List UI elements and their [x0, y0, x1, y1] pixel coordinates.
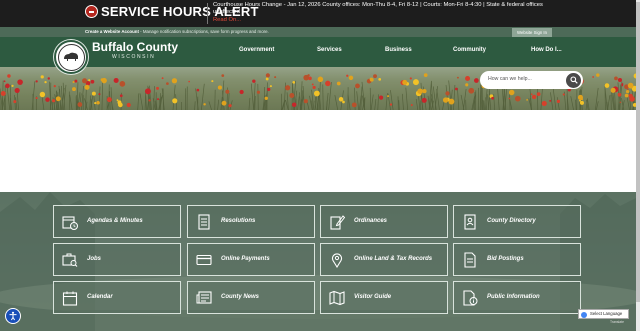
- site-search: How can we help...: [480, 71, 583, 89]
- info-document-icon: [463, 290, 478, 306]
- quick-link-label: Bid Postings: [487, 256, 524, 262]
- buffalo-seal-icon: [57, 43, 85, 71]
- quick-link-label: Calendar: [87, 294, 113, 300]
- document-lines-icon: [464, 252, 476, 268]
- alert-divider: [207, 3, 208, 24]
- language-select[interactable]: Select Language: [578, 309, 629, 319]
- newspaper-icon: [196, 291, 212, 304]
- credit-card-icon: [196, 254, 212, 266]
- nav-how-do-i[interactable]: How Do I...: [531, 47, 562, 53]
- calendar-icon: [62, 291, 78, 306]
- utility-bar: Create a Website Account - Manage notifi…: [0, 27, 640, 37]
- quick-link-label: Public Information: [487, 294, 540, 300]
- create-account-link[interactable]: Create a Website Account: [85, 29, 139, 34]
- nav-business[interactable]: Business: [385, 47, 412, 53]
- quick-link-label: Online Payments: [221, 256, 270, 262]
- briefcase-search-icon: [62, 253, 78, 267]
- translate-credit: Translate: [610, 320, 625, 324]
- quick-link-tile[interactable]: Ordinances: [320, 205, 448, 238]
- alert-minus-icon: [85, 5, 98, 18]
- sign-in-button[interactable]: Website Sign In: [512, 27, 553, 37]
- quick-link-label: County News: [221, 294, 260, 300]
- accessibility-icon: [9, 311, 17, 321]
- quick-link-label: County Directory: [487, 218, 536, 224]
- document-icon: [198, 214, 210, 230]
- quick-link-tile[interactable]: Agendas & Minutes: [53, 205, 181, 238]
- search-icon: [569, 76, 578, 84]
- quick-link-label: Visitor Guide: [354, 294, 392, 300]
- map-icon: [329, 290, 345, 306]
- quick-link-label: Online Land & Tax Records: [354, 256, 433, 262]
- search-button[interactable]: [566, 72, 581, 88]
- accessibility-button[interactable]: [5, 308, 21, 324]
- quick-link-label: Jobs: [87, 256, 102, 262]
- pen-document-icon: [330, 215, 345, 230]
- alert-message: Courthouse Hours Change - Jan 12, 2026 C…: [213, 2, 543, 15]
- quick-link-tile[interactable]: Resolutions: [187, 205, 315, 238]
- search-input[interactable]: How can we help...: [488, 76, 532, 82]
- quick-link-label: Ordinances: [354, 218, 388, 224]
- create-account-text: Create a Website Account - Manage notifi…: [85, 29, 269, 34]
- scrollbar-thumb[interactable]: [636, 2, 640, 302]
- alert-read-on-link[interactable]: Read On...: [213, 17, 241, 23]
- quick-link-tile[interactable]: Online Payments: [187, 243, 315, 276]
- quick-link-tile[interactable]: Bid Postings: [453, 243, 581, 276]
- quick-link-tile[interactable]: Visitor Guide: [320, 281, 448, 314]
- google-icon: [581, 311, 587, 318]
- quick-link-label: Agendas & Minutes: [87, 218, 143, 224]
- contact-book-icon: [464, 214, 476, 230]
- language-select-label: Select Language: [590, 311, 623, 316]
- service-hours-alert-bar: SERVICE HOURS ALERT Courthouse Hours Cha…: [0, 0, 640, 27]
- county-state: WISCONSIN: [112, 54, 156, 60]
- main-content-blank: [0, 110, 640, 192]
- county-seal-logo[interactable]: [54, 40, 88, 74]
- create-account-description: - Manage notification subscriptions, sav…: [138, 28, 269, 34]
- quick-link-tile[interactable]: County News: [187, 281, 315, 314]
- quick-link-label: Resolutions: [221, 218, 256, 224]
- quick-link-tile[interactable]: County Directory: [453, 205, 581, 238]
- calendar-clock-icon: [62, 216, 78, 230]
- nav-services[interactable]: Services: [317, 47, 342, 53]
- quick-link-tile[interactable]: Jobs: [53, 243, 181, 276]
- county-name[interactable]: Buffalo County: [92, 40, 178, 54]
- quick-link-tile[interactable]: Calendar: [53, 281, 181, 314]
- quick-link-tile[interactable]: Public Information: [453, 281, 581, 314]
- nav-community[interactable]: Community: [453, 47, 486, 53]
- quick-link-tile[interactable]: Online Land & Tax Records: [320, 243, 448, 276]
- nav-government[interactable]: Government: [239, 47, 274, 53]
- map-pin-icon: [331, 253, 343, 268]
- quick-links-section: Agendas & Minutes Resolutions Ordinances Co…: [0, 192, 640, 331]
